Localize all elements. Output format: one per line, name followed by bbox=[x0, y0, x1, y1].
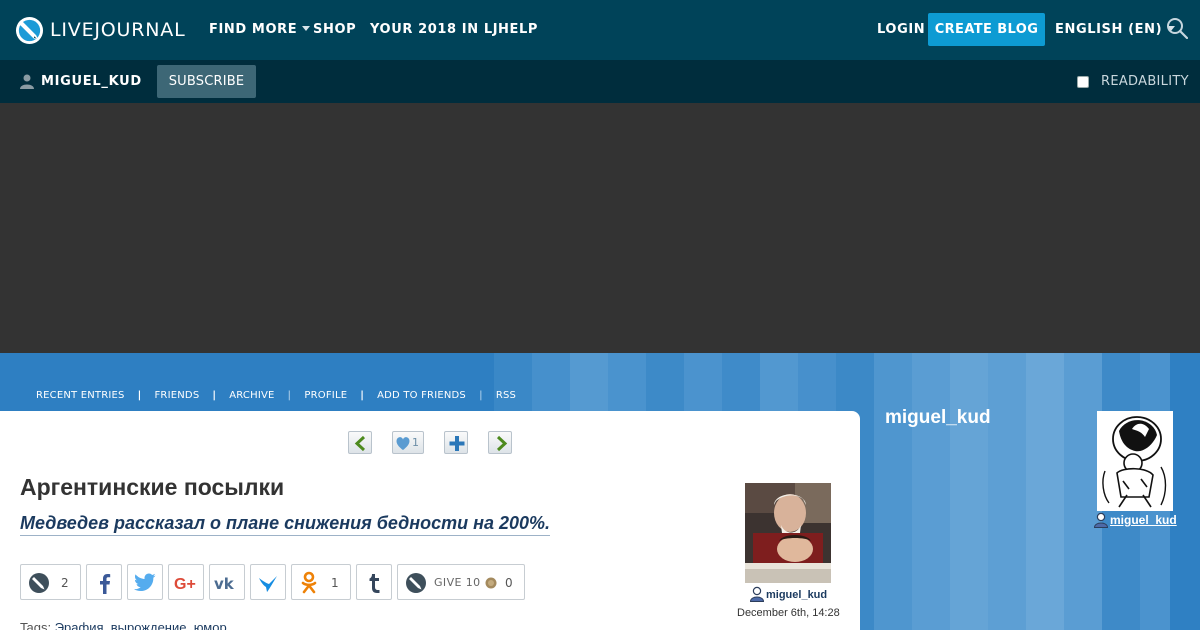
nav-rss[interactable]: RSS bbox=[496, 390, 516, 401]
language-selector[interactable]: ENGLISH (EN) bbox=[1055, 0, 1176, 60]
top-navigation-bar: LIVEJOURNAL FIND MORE SHOP YOUR 2018 IN … bbox=[0, 0, 1200, 60]
nav-friends[interactable]: FRIENDS bbox=[154, 390, 199, 401]
prev-entry-icon bbox=[354, 435, 366, 452]
share-vk-button[interactable]: vk bbox=[209, 564, 245, 600]
tumblr-icon bbox=[369, 574, 380, 593]
entry-tags: Tags: Эрафия, вырождение, юмор bbox=[20, 620, 227, 630]
nav-archive[interactable]: ARCHIVE bbox=[229, 390, 274, 401]
entry-subtitle-link[interactable]: Медведев рассказал о плане снижения бедн… bbox=[20, 512, 551, 536]
share-twitter-button[interactable] bbox=[127, 564, 163, 600]
share-odnoklassniki-count: 1 bbox=[331, 576, 339, 590]
search-icon[interactable] bbox=[1166, 17, 1188, 39]
like-icon bbox=[396, 437, 410, 450]
svg-text:vk: vk bbox=[214, 575, 235, 591]
readability-label[interactable]: READABILITY bbox=[1101, 60, 1189, 103]
nav-shop[interactable]: SHOP bbox=[313, 0, 356, 60]
nav-your-2018[interactable]: YOUR 2018 IN LJ bbox=[370, 0, 498, 60]
next-entry-button[interactable] bbox=[488, 431, 512, 454]
share-tumblr-button[interactable] bbox=[356, 564, 392, 600]
nav-find-more-label: FIND MORE bbox=[209, 22, 298, 37]
language-label: ENGLISH (EN) bbox=[1055, 22, 1163, 37]
subscribe-button[interactable]: SUBSCRIBE bbox=[157, 65, 256, 98]
odnoklassniki-icon bbox=[301, 571, 317, 594]
nav-help[interactable]: HELP bbox=[498, 0, 538, 60]
journal-username-link[interactable]: MIGUEL_KUD bbox=[41, 60, 142, 103]
next-entry-icon bbox=[496, 435, 508, 452]
chevron-down-icon bbox=[302, 26, 311, 31]
livejournal-logo[interactable]: LIVEJOURNAL bbox=[15, 15, 185, 45]
token-coin-icon bbox=[485, 577, 497, 589]
sidebar-userpic[interactable] bbox=[1097, 411, 1173, 511]
share-odnoklassniki-button[interactable]: 1 bbox=[291, 564, 351, 600]
nav-find-more[interactable]: FIND MORE bbox=[209, 0, 311, 60]
readability-checkbox[interactable] bbox=[1077, 76, 1089, 88]
facebook-icon bbox=[100, 574, 111, 594]
like-button[interactable] bbox=[392, 431, 424, 454]
share-facebook-button[interactable] bbox=[86, 564, 122, 600]
give-label: GIVE 10 bbox=[434, 576, 481, 589]
vk-icon: vk bbox=[214, 575, 235, 591]
tags-links[interactable]: Эрафия, вырождение, юмор bbox=[55, 620, 227, 630]
tags-label: Tags: bbox=[20, 620, 52, 630]
logo-text: LIVEJOURNAL bbox=[50, 19, 186, 41]
entry-title[interactable]: Аргентинские посылки bbox=[20, 474, 284, 501]
user-icon bbox=[20, 74, 34, 89]
sidebar-username-link[interactable]: miguel_kud bbox=[1110, 513, 1177, 527]
nav-add-to-friends[interactable]: ADD TO FRIENDS bbox=[377, 390, 466, 401]
nav-recent-entries[interactable]: RECENT ENTRIES bbox=[36, 390, 125, 401]
login-link[interactable]: LOGIN bbox=[877, 0, 925, 60]
livejournal-pen-icon bbox=[15, 16, 44, 44]
prev-entry-button[interactable] bbox=[348, 431, 372, 454]
entry-date: December 6th, 14:28 bbox=[737, 607, 840, 619]
advertisement-area bbox=[0, 103, 1200, 353]
share-livejournal-count: 2 bbox=[61, 576, 69, 590]
user-icon bbox=[1093, 512, 1109, 528]
share-moimir-button[interactable] bbox=[250, 564, 286, 600]
add-memories-icon bbox=[449, 436, 465, 451]
livejournal-token-icon bbox=[406, 573, 426, 593]
add-memories-button[interactable] bbox=[444, 431, 468, 454]
google-plus-icon: G+ bbox=[174, 576, 196, 592]
journal-navigation: RECENT ENTRIES | FRIENDS | ARCHIVE | PROFIL… bbox=[36, 389, 517, 401]
give-count: 0 bbox=[505, 576, 513, 590]
create-blog-button[interactable]: CREATE BLOG bbox=[928, 13, 1045, 46]
moimir-icon bbox=[259, 576, 277, 592]
sidebar-journal-name[interactable]: miguel_kud bbox=[885, 407, 991, 429]
journal-header-bar: MIGUEL_KUD SUBSCRIBE READABILITY bbox=[0, 60, 1200, 103]
nav-profile[interactable]: PROFILE bbox=[304, 390, 347, 401]
svg-text:G+: G+ bbox=[174, 576, 196, 592]
user-icon bbox=[749, 586, 765, 602]
share-livejournal-button[interactable]: 2 bbox=[20, 564, 81, 600]
share-google-plus-button[interactable]: G+ bbox=[168, 564, 204, 600]
give-tokens-button[interactable]: GIVE 10 0 bbox=[397, 564, 525, 600]
author-username-link[interactable]: miguel_kud bbox=[766, 589, 827, 601]
livejournal-share-icon bbox=[29, 573, 49, 593]
author-userpic[interactable] bbox=[745, 483, 831, 583]
twitter-icon bbox=[134, 573, 156, 592]
like-count: 1 bbox=[412, 436, 419, 449]
